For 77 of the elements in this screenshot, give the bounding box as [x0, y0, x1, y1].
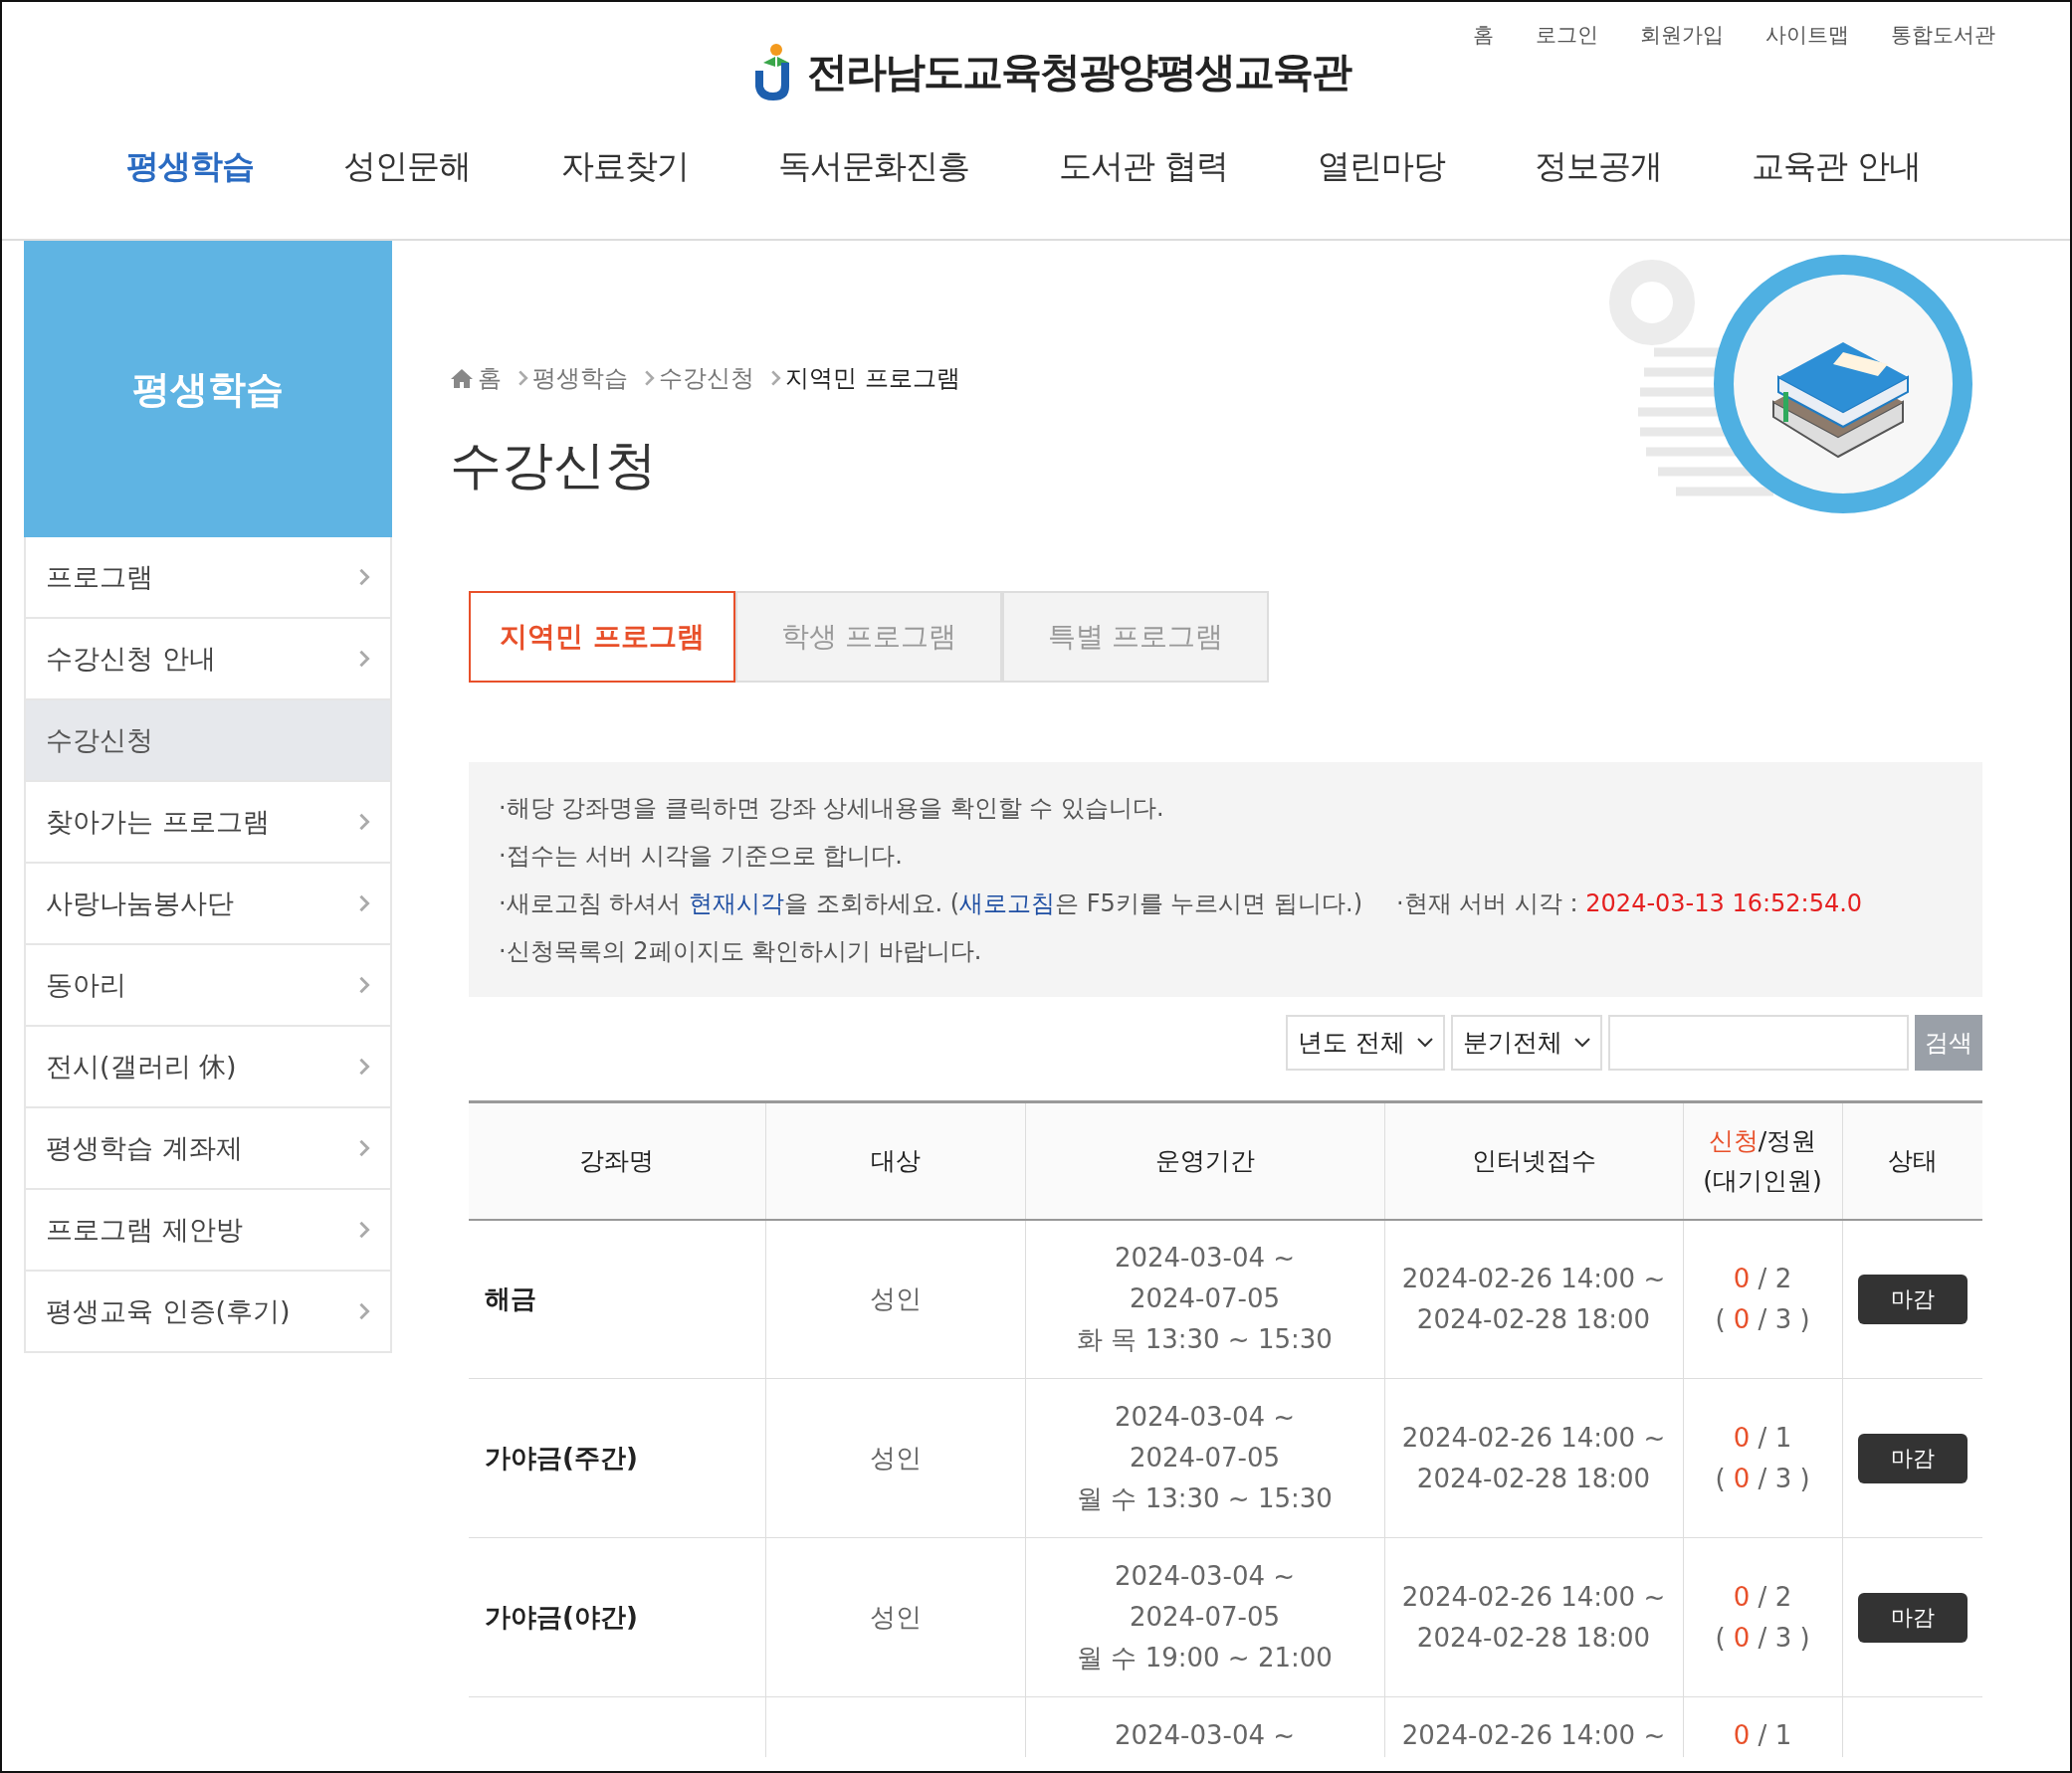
nav-menu-item[interactable]: 자료찾기	[560, 140, 689, 190]
nav-menu-item[interactable]: 평생학습	[126, 140, 254, 190]
chevron-right-icon	[358, 1138, 370, 1158]
sidebar-item[interactable]: 수강신청 안내	[24, 619, 392, 700]
chevron-right-icon	[358, 1220, 370, 1240]
column-header: 대상	[765, 1101, 1025, 1220]
sidebar-item[interactable]: 평생교육 인증(후기)	[24, 1272, 392, 1353]
table-cell: 0 / 1 ( 0 / 3 )	[1683, 1378, 1842, 1538]
sidebar-item[interactable]: 찾아가는 프로그램	[24, 782, 392, 864]
column-header: 운영기간	[1025, 1101, 1384, 1220]
table-cell: 성인	[765, 1219, 1025, 1379]
site-logo-text[interactable]: 전라남도교육청광양평생교육관	[807, 42, 1350, 103]
status-button[interactable]: 마감	[1857, 1592, 1968, 1643]
nav-menu-item[interactable]: 성인문해	[343, 140, 472, 190]
breadcrumb-link[interactable]: 평생학습	[532, 360, 628, 396]
status-button[interactable]: 마감	[1857, 1274, 1968, 1324]
nav-menu-item[interactable]: 정보공개	[1535, 140, 1663, 190]
column-header: 신청/정원 (대기인원)	[1683, 1101, 1842, 1220]
table-cell: 2024-03-04 ~ 2024-07-05 화 목 13:30 ~ 15:30	[1025, 1219, 1384, 1379]
chevron-right-icon	[518, 369, 528, 387]
table-cell: 2024-02-26 14:00 ~ 2024-02-28 18:00	[1384, 1537, 1683, 1697]
caret-down-icon	[1417, 1038, 1433, 1048]
breadcrumb-link[interactable]: 홈	[478, 360, 502, 396]
home-icon	[450, 368, 474, 388]
nav-menu-item[interactable]: 도서관 협력	[1059, 140, 1228, 190]
course-name[interactable]: 가야금(야간)	[469, 1537, 765, 1697]
top-link[interactable]: 사이트맵	[1765, 20, 1849, 52]
table-cell: 2024-03-04 ~	[1025, 1696, 1384, 1757]
table-cell: 2024-02-26 14:00 ~ 2024-02-28 18:00	[1384, 1219, 1683, 1379]
breadcrumb-current: 지역민 프로그램	[785, 363, 960, 394]
chevron-right-icon	[358, 975, 370, 995]
sidebar-item[interactable]: 동아리	[24, 945, 392, 1027]
nav-menu-item[interactable]: 열린마당	[1317, 140, 1445, 190]
course-name[interactable]: 가야금(주간)	[469, 1378, 765, 1538]
top-link[interactable]: 통합도서관	[1891, 20, 1995, 52]
course-name[interactable]: 해금	[469, 1219, 765, 1379]
table-cell: 성인	[765, 1537, 1025, 1697]
search-field[interactable]	[1608, 1015, 1909, 1071]
table-cell: 2024-02-26 14:00 ~	[1384, 1696, 1683, 1757]
chevron-right-icon	[358, 567, 370, 587]
page-title: 수강신청	[450, 434, 658, 496]
table-cell: 0 / 2 ( 0 / 3 )	[1683, 1219, 1842, 1379]
sidebar-item[interactable]: 수강신청	[24, 700, 392, 782]
chevron-right-icon	[358, 649, 370, 669]
nav-menu-item[interactable]: 교육관 안내	[1752, 140, 1921, 190]
top-link[interactable]: 회원가입	[1640, 20, 1724, 52]
chevron-right-icon	[358, 812, 370, 832]
program-tab[interactable]: 지역민 프로그램	[469, 591, 735, 683]
top-link[interactable]: 로그인	[1536, 20, 1598, 52]
table-cell: 2024-03-04 ~ 2024-07-05 월 수 19:00 ~ 21:00	[1025, 1537, 1384, 1697]
caret-down-icon	[1574, 1038, 1590, 1048]
sidebar-item[interactable]: 프로그램 제안방	[24, 1190, 392, 1272]
sidebar-item[interactable]: 프로그램	[24, 537, 392, 619]
column-header: 강좌명	[469, 1101, 765, 1220]
dropdown-select[interactable]: 분기전체	[1451, 1015, 1602, 1071]
sidebar-item[interactable]: 사랑나눔봉사단	[24, 864, 392, 945]
chevron-right-icon	[358, 1057, 370, 1077]
chevron-right-icon	[644, 369, 655, 387]
table-cell: 성인	[765, 1378, 1025, 1538]
sidebar-title: 평생학습	[24, 241, 392, 537]
dropdown-select[interactable]: 년도 전체	[1286, 1015, 1445, 1071]
nav-menu-item[interactable]: 독서문화진흥	[777, 140, 969, 190]
table-cell: 2024-03-04 ~ 2024-07-05 월 수 13:30 ~ 15:30	[1025, 1378, 1384, 1538]
table-cell: 0 / 2 ( 0 / 3 )	[1683, 1537, 1842, 1697]
column-header: 인터넷접수	[1384, 1101, 1683, 1220]
status-button[interactable]: 마감	[1857, 1433, 1968, 1483]
notice-panel: ·해당 강좌명을 클릭하면 강좌 상세내용을 확인할 수 있습니다. ·접수는 서버 시각을 기준으로 합니다. ·새로고침 하셔서 현재시각을 조회하세요. (새로고침은 F5키를 누르시면 됩니다.) ·현재 서버 시각 : 2024-03-13 16:52:54.0 ·신청목록의 2페이지도 확인하시기 바랍니다.	[469, 762, 1982, 997]
chevron-right-icon	[770, 369, 781, 387]
table-cell: 0 / 1	[1683, 1696, 1842, 1757]
table-cell: 2024-02-26 14:00 ~ 2024-02-28 18:00	[1384, 1378, 1683, 1538]
sidebar-item[interactable]: 전시(갤러리 休)	[24, 1027, 392, 1108]
top-link[interactable]: 홈	[1473, 20, 1494, 52]
column-header: 상태	[1842, 1101, 1982, 1220]
chevron-right-icon	[358, 1301, 370, 1321]
chevron-right-icon	[358, 893, 370, 913]
sidebar-item[interactable]: 평생학습 계좌제	[24, 1108, 392, 1190]
breadcrumb-link[interactable]: 수강신청	[659, 360, 754, 396]
